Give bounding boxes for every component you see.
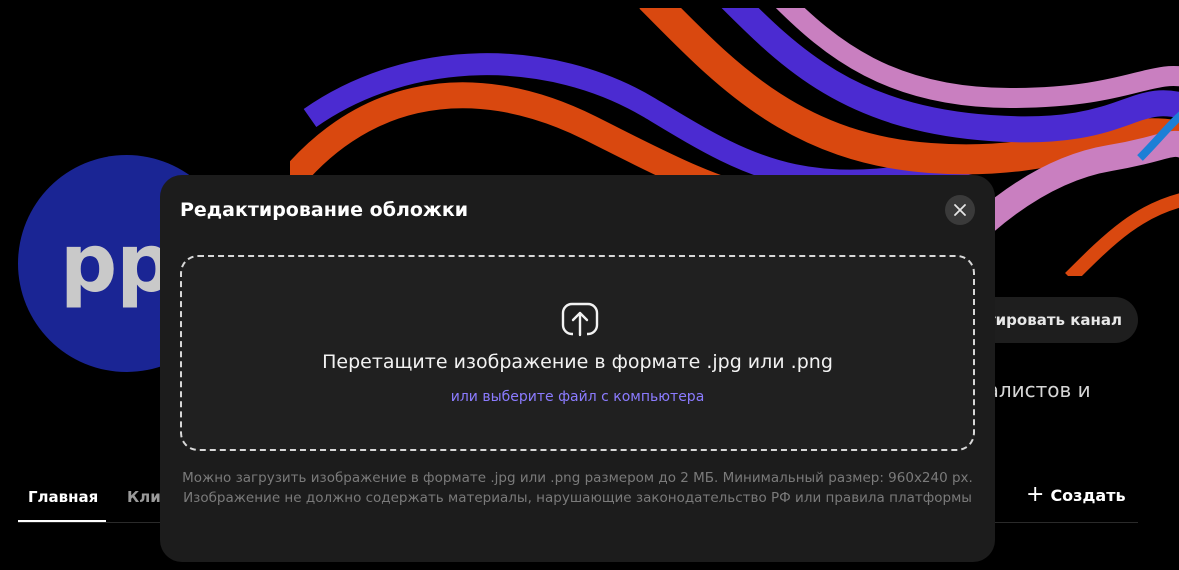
plus-icon: + xyxy=(1026,482,1045,507)
image-dropzone[interactable]: Перетащите изображение в формате .jpg ил… xyxy=(180,255,975,451)
avatar-logo-text: pp xyxy=(60,217,174,310)
active-tab-indicator xyxy=(18,520,106,522)
upload-hint-size: Можно загрузить изображение в формате .j… xyxy=(182,470,973,486)
close-icon xyxy=(954,204,966,216)
edit-channel-label: тировать канал xyxy=(986,311,1122,329)
edit-cover-modal: Редактирование обложки Перетащите изобра… xyxy=(160,175,995,562)
create-button[interactable]: + Создать xyxy=(1026,484,1126,506)
upload-icon xyxy=(561,302,599,339)
modal-title: Редактирование обложки xyxy=(180,199,469,221)
tab-main[interactable]: Главная xyxy=(28,488,98,506)
create-label: Создать xyxy=(1050,485,1126,505)
upload-hint-rules: Изображение не должно содержать материал… xyxy=(183,490,972,506)
choose-file-link[interactable]: или выберите файл с компьютера xyxy=(182,389,973,405)
close-button[interactable] xyxy=(945,195,975,225)
tab-clips[interactable]: Кли xyxy=(127,488,161,506)
dropzone-title: Перетащите изображение в формате .jpg ил… xyxy=(322,351,833,373)
